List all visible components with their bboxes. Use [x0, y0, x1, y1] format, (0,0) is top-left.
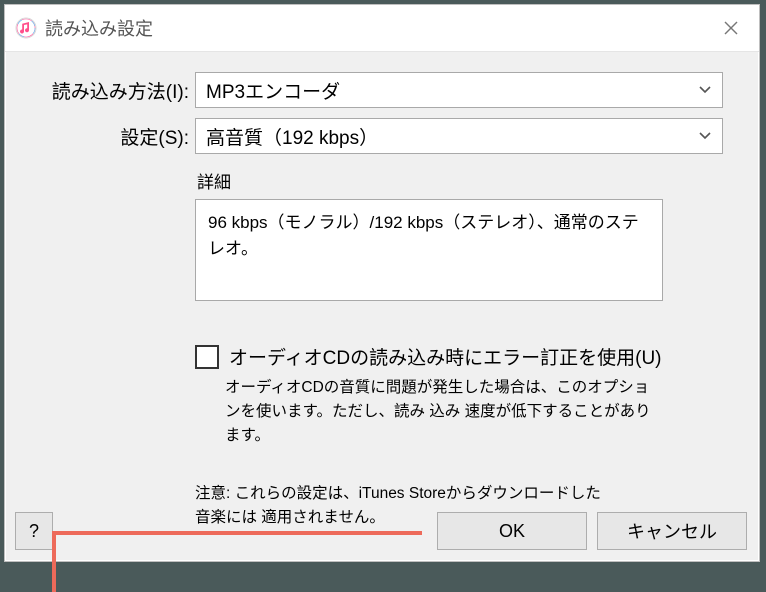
setting-label: 設定(S):	[25, 123, 195, 150]
import-settings-dialog: 読み込み設定 読み込み方法(I): MP3エンコーダ 設定(S): 高音質（19…	[4, 4, 760, 562]
detail-text-box: 96 kbps（モノラル）/192 kbps（ステレオ）、通常のステレオ。	[195, 199, 663, 301]
close-icon	[723, 20, 739, 36]
setting-select[interactable]: 高音質（192 kbps）	[195, 118, 723, 154]
window-title: 読み込み設定	[45, 15, 153, 41]
ok-button[interactable]: OK	[437, 512, 587, 550]
chevron-down-icon	[698, 125, 712, 147]
import-method-label: 読み込み方法(I):	[25, 77, 195, 104]
chevron-down-icon	[698, 79, 712, 101]
detail-text: 96 kbps（モノラル）/192 kbps（ステレオ）、通常のステレオ。	[208, 213, 639, 258]
cancel-button[interactable]: キャンセル	[597, 512, 747, 550]
setting-value: 高音質（192 kbps）	[206, 123, 378, 150]
error-correction-checkbox[interactable]	[195, 345, 219, 369]
annotation-line	[52, 531, 56, 592]
annotation-line	[52, 531, 422, 535]
detail-heading: 詳細	[197, 168, 663, 193]
itunes-icon	[15, 17, 37, 39]
close-button[interactable]	[703, 5, 759, 51]
titlebar: 読み込み設定	[5, 5, 759, 52]
error-correction-note: オーディオCDの音質に問題が発生した場合は、このオプションを使います。ただし、読…	[225, 376, 663, 448]
dialog-content: 読み込み方法(I): MP3エンコーダ 設定(S): 高音質（192 kbps）…	[5, 52, 759, 561]
import-method-select[interactable]: MP3エンコーダ	[195, 72, 723, 108]
help-button[interactable]: ?	[15, 512, 53, 550]
import-method-value: MP3エンコーダ	[206, 77, 340, 104]
error-correction-label: オーディオCDの読み込み時にエラー訂正を使用(U)	[229, 343, 662, 370]
